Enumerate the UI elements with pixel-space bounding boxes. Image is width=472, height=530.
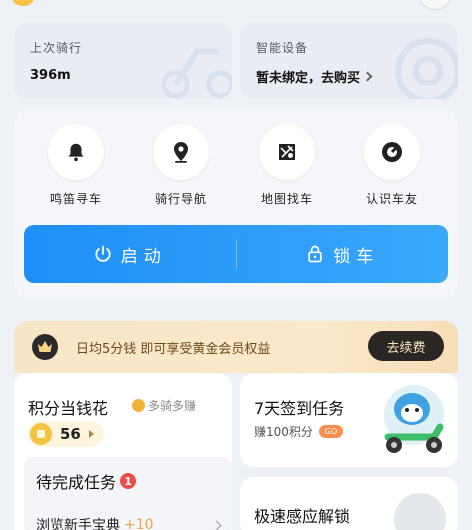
bell-icon <box>68 143 84 162</box>
go-badge: GO <box>318 425 343 438</box>
vehicle-function-panel: 鸣笛寻车 骑行导航 地图找车 认识车友 启动 锁车 <box>14 110 458 298</box>
top-edge <box>0 0 472 14</box>
chevron-right-icon <box>211 520 222 530</box>
last-ride-title: 上次骑行 <box>30 41 83 55</box>
lock-button[interactable]: 锁车 <box>237 225 449 283</box>
ride-navigation-button[interactable]: 骑行导航 <box>136 124 226 207</box>
task-item-label: 浏览新手宝典 <box>36 518 120 530</box>
pending-tasks-box[interactable]: 待完成任务 1 浏览新手宝典 +10 <box>24 457 232 530</box>
start-label: 启动 <box>120 246 167 267</box>
gold-membership-banner[interactable]: 日均5分钱 即可享受黄金会员权益 去续费 <box>14 321 458 373</box>
map-icon <box>279 144 295 160</box>
horn-locate-label: 鸣笛寻车 <box>49 192 102 206</box>
status-dot <box>12 0 34 6</box>
crown-icon <box>32 334 58 360</box>
riders-icon-circle <box>364 124 420 180</box>
quick-unlock-card[interactable]: 极速感应解锁 <box>240 477 458 530</box>
compass-icon <box>382 142 402 162</box>
map-find-car-button[interactable]: 地图找车 <box>242 124 332 207</box>
membership-promo-text: 日均5分钱 即可享受黄金会员权益 <box>76 342 271 357</box>
vehicle-action-bar: 启动 锁车 <box>24 225 448 283</box>
meet-riders-button[interactable]: 认识车友 <box>347 124 437 207</box>
points-subtitle-text: 多骑多赚 <box>148 399 197 413</box>
task-item-guide[interactable]: 浏览新手宝典 +10 <box>36 515 222 530</box>
points-subtitle: 多骑多赚 <box>132 397 196 414</box>
scooter-watermark-icon <box>161 48 232 99</box>
coin-icon <box>30 423 52 445</box>
mascot-scooter-illustration <box>384 385 444 453</box>
chevron-right-icon <box>362 71 373 82</box>
points-title: 积分当钱花 <box>28 399 109 418</box>
horn-locate-button[interactable]: 鸣笛寻车 <box>31 124 121 207</box>
lock-label: 锁车 <box>333 246 380 267</box>
pending-tasks-title: 待完成任务 1 <box>36 469 137 493</box>
device-watermark-icon <box>395 38 458 99</box>
caret-right-icon <box>88 430 94 438</box>
horn-icon-circle <box>48 124 104 180</box>
points-balance[interactable]: 56 <box>28 421 104 447</box>
checkin-task-card[interactable]: 7天签到任务 赚100积分 GO <box>240 373 458 467</box>
renew-button[interactable]: 去续费 <box>368 331 444 361</box>
points-card[interactable]: 积分当钱花 多骑多赚 56 待完成任务 1 浏览新手宝典 +10 <box>14 373 232 530</box>
smart-device-card[interactable]: 智能设备 暂未绑定，去购买 <box>240 23 458 99</box>
map-icon-circle <box>259 124 315 180</box>
pending-tasks-label: 待完成任务 <box>36 473 117 492</box>
unlock-device-illustration <box>394 493 446 530</box>
map-find-car-label: 地图找车 <box>260 192 313 206</box>
last-ride-card[interactable]: 上次骑行 396m <box>14 23 232 99</box>
pending-tasks-badge: 1 <box>120 473 137 489</box>
checkin-title: 7天签到任务 <box>254 399 345 418</box>
smart-device-title: 智能设备 <box>256 41 309 55</box>
buy-device-link[interactable]: 暂未绑定，去购买 <box>256 67 373 86</box>
navigation-icon-circle <box>153 124 209 180</box>
top-right-button[interactable] <box>420 0 450 10</box>
start-button[interactable]: 启动 <box>24 225 236 283</box>
last-ride-distance: 396m <box>30 68 71 83</box>
ride-navigation-label: 骑行导航 <box>154 192 207 206</box>
location-pin-icon <box>174 142 188 163</box>
money-bag-icon <box>132 399 145 412</box>
task-reward: +10 <box>124 517 154 530</box>
checkin-subtitle: 赚100积分 GO <box>254 423 343 440</box>
power-icon <box>95 245 111 262</box>
checkin-reward-text: 赚100积分 <box>254 425 313 439</box>
meet-riders-label: 认识车友 <box>365 192 418 206</box>
points-value: 56 <box>60 425 81 443</box>
lock-icon <box>308 245 322 263</box>
buy-device-text: 暂未绑定，去购买 <box>256 71 361 86</box>
quick-unlock-title: 极速感应解锁 <box>254 507 351 526</box>
